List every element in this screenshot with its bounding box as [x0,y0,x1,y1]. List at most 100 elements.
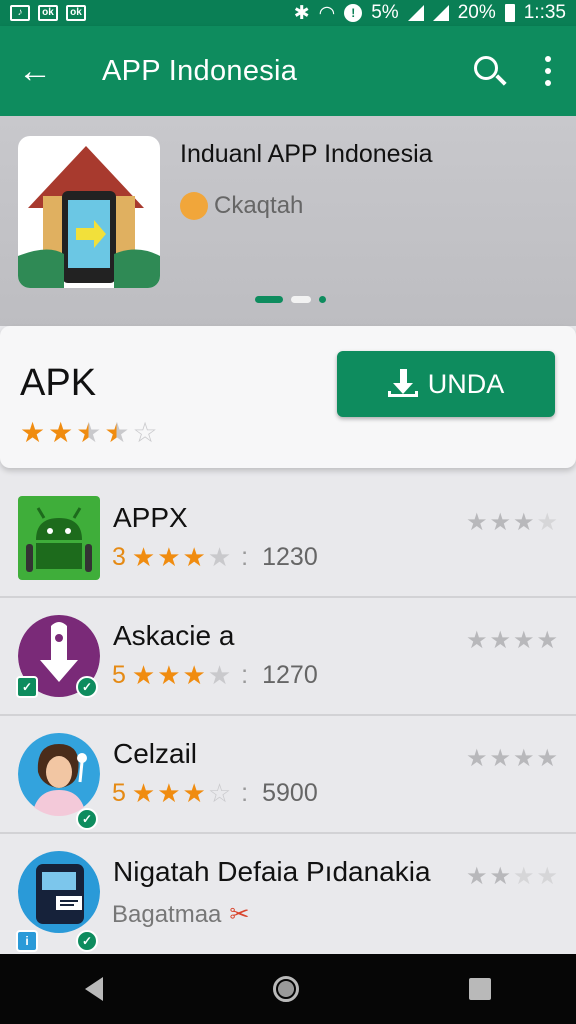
side-rating: ★ ★ ★ ★ [466,626,558,655]
star-half-icon: ★ [104,417,130,448]
list-item[interactable]: ✓ ✓ Askacie a 5 ★ ★ ★ ★ : 1270 ★ ★ ★ ★ [0,598,576,716]
app-name: Askacie a [113,620,235,651]
notification-icons: ♪ ok ok [10,5,86,21]
star-empty-icon: ☆ [132,417,158,448]
ok-notification-icon: ok [66,5,86,21]
search-icon[interactable] [460,26,520,116]
arrow-back-icon[interactable]: ← [0,26,70,116]
star-empty-icon: ★ [207,660,232,690]
star-icon: ★ [489,627,511,654]
tablet-icon [18,850,100,934]
star-icon: ★ [489,745,511,772]
side-rating: ★ ★ ★ ★ [466,508,558,537]
star-icon: ★ [536,627,558,654]
check-badge-icon: ✓ [16,676,38,698]
star-icon: ★ [182,542,206,572]
side-rating: ★ ★ ★ ★ [466,744,558,773]
rating-stars: ★ ★ ★ ☆ [132,778,231,809]
info-icon: ! [344,4,363,22]
battery-percent-2: 20% [457,2,496,23]
rating-score: 5 [112,779,126,807]
rating-stars: ★ ★ ★ ★ [132,660,231,691]
signal-icon [407,5,424,21]
star-icon: ★ [465,509,488,536]
signal-icon [432,5,449,21]
star-icon: ★ [489,863,511,890]
download-button[interactable]: UNDA [337,351,555,417]
banner-subtitle-text: Ckaqtah [214,192,304,219]
app-rating-row: 3 ★ ★ ★ ★ : 1230 [112,542,318,573]
star-empty-icon: ★ [536,863,558,890]
app-subtitle: Bagatmaa [112,900,222,928]
star-icon: ★ [131,542,156,572]
star-empty-icon: ★ [512,863,535,890]
status-bar: ♪ ok ok ✱ ◠ ! 5% 20% 1::35 [0,0,576,26]
app-subtitle-row: Bagatmaa ✂ [112,900,250,929]
featured-rating: ★ ★ ★ ★ ☆ [20,419,158,447]
star-empty-icon: ☆ [207,778,232,808]
carousel-dot-active [255,296,283,303]
star-icon: ★ [512,509,535,536]
featured-banner[interactable]: Induanl APP Indonesia Ckaqtah [0,116,576,326]
rating-stars: ★ ★ ★ ★ [132,542,231,573]
star-icon: ★ [48,417,74,448]
star-icon: ★ [512,627,535,654]
side-rating: ★ ★ ★ ★ [466,862,558,891]
star-icon: ★ [182,778,206,808]
featured-app-card: APK ★ ★ ★ ★ ☆ UNDA [0,326,576,468]
star-empty-icon: ★ [207,542,232,572]
android-icon [18,496,100,580]
star-icon: ★ [182,660,206,690]
nav-back-icon[interactable] [85,977,103,1001]
download-button-label: UNDA [427,368,505,399]
nav-recents-icon[interactable] [469,978,491,1000]
star-icon: ★ [489,509,511,536]
star-icon: ★ [131,778,156,808]
wifi-icon: ◠ [318,2,336,24]
verified-badge-icon: ✓ [76,930,98,952]
system-nav-bar [0,954,576,1024]
star-icon: ★ [157,660,181,690]
star-icon: ★ [465,863,488,890]
download-icon [387,369,418,399]
list-item[interactable]: APPX 3 ★ ★ ★ ★ : 1230 ★ ★ ★ ★ [0,480,576,598]
verified-badge-icon: ✓ [76,808,98,830]
lock-bag-icon [180,192,208,220]
ribbon-icon: ✂ [229,901,250,928]
rating-score: 5 [112,661,126,689]
featured-app-title: APK [20,362,97,404]
star-half-icon: ★ [76,417,102,448]
banner-title: Induanl APP Indonesia [180,140,433,168]
rating-score: 3 [112,543,126,571]
nav-home-icon[interactable] [273,976,299,1002]
review-count: 1230 [262,543,318,571]
app-name: Nigatah Defaia Pıdanakia [113,856,431,887]
bluetooth-icon: ✱ [293,2,310,24]
page-title: APP Indonesia [102,54,298,87]
star-icon: ★ [465,745,488,772]
list-item[interactable]: ✓ Celzail 5 ★ ★ ★ ☆ : 5900 ★ ★ ★ ★ [0,716,576,834]
app-list: APPX 3 ★ ★ ★ ★ : 1230 ★ ★ ★ ★ ✓ ✓ Askacie a [0,480,576,952]
list-item[interactable]: i ✓ Nigatah Defaia Pıdanakia Bagatmaa ✂ … [0,834,576,952]
clock: 1::35 [523,2,566,23]
app-bar: ← APP Indonesia [0,26,576,116]
star-icon: ★ [157,778,181,808]
banner-subtitle: Ckaqtah [180,192,303,220]
star-icon: ★ [536,745,558,772]
music-notification-icon: ♪ [10,5,30,21]
star-empty-icon: ★ [536,509,558,536]
ok-notification-icon: ok [38,5,58,21]
review-count: 1270 [262,661,318,689]
app-rating-row: 5 ★ ★ ★ ☆ : 5900 [112,778,318,809]
battery-icon [504,4,515,22]
avatar-woman-icon [18,732,100,816]
verified-badge-icon: ✓ [76,676,98,698]
star-icon: ★ [131,660,156,690]
carousel-dot [319,296,326,303]
star-icon: ★ [20,417,46,448]
more-vert-icon[interactable] [520,26,576,116]
review-count: 5900 [262,779,318,807]
app-rating-row: 5 ★ ★ ★ ★ : 1270 [112,660,318,691]
battery-percent-1: 5% [371,2,399,23]
app-name: Celzail [113,738,198,769]
